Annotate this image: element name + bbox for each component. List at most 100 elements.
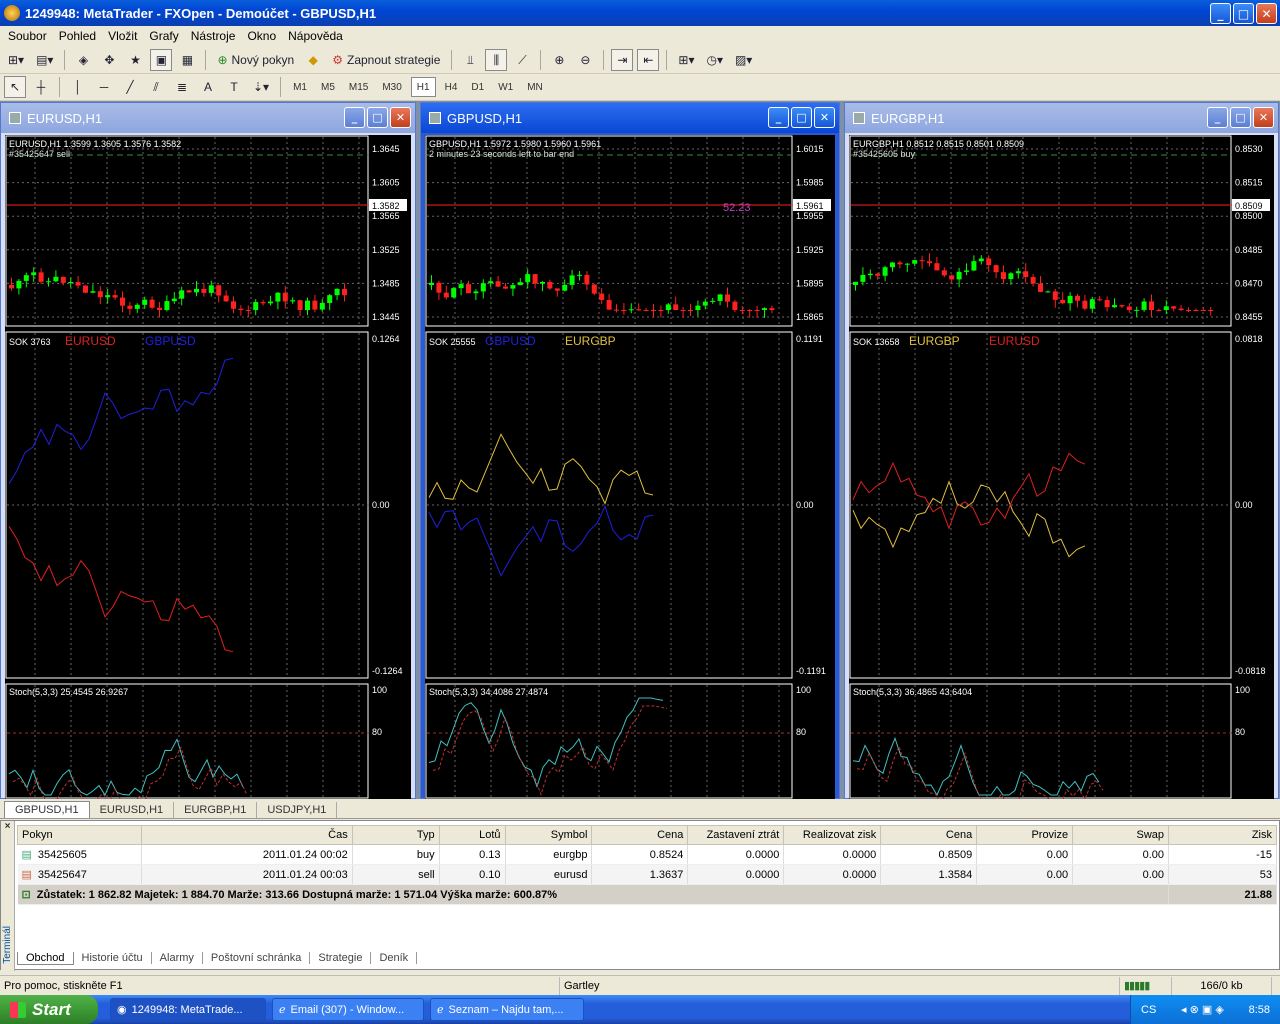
navigator-icon[interactable]: ★: [124, 49, 146, 71]
candlestick-icon[interactable]: ⫼: [485, 49, 508, 71]
chart-close-button[interactable]: ✕: [814, 107, 835, 128]
chart-title-bar[interactable]: EURGBP,H1 _ □ ✕: [845, 103, 1278, 133]
arrows-icon[interactable]: ⇣▾: [249, 76, 273, 98]
chart-tab-eurusd[interactable]: EURUSD,H1: [90, 802, 175, 818]
bar-chart-icon[interactable]: ⫫: [459, 49, 481, 71]
chart-shift-icon[interactable]: ⇤: [637, 49, 660, 71]
chart-tab-usdjpy[interactable]: USDJPY,H1: [257, 802, 338, 818]
chart-canvas[interactable]: 0.8530 0.8515 0.8500 0.8485 0.8470 0.8455 0.85…: [849, 135, 1274, 799]
new-order-button[interactable]: ⊕ Nový pokyn: [213, 49, 298, 71]
vertical-line-icon[interactable]: │: [67, 76, 89, 98]
cursor-icon[interactable]: ↖: [4, 76, 26, 98]
chart-title-bar[interactable]: GBPUSD,H1 _ □ ✕: [421, 103, 839, 133]
col-symbol[interactable]: Symbol: [504, 825, 593, 845]
timeframe-w1[interactable]: W1: [493, 77, 518, 97]
table-row[interactable]: ▤ 35425605 2011.01.24 00:02 buy 0.13 eurg…: [17, 844, 1277, 865]
minimize-button[interactable]: _: [1210, 3, 1231, 24]
table-row[interactable]: ▤ 35425647 2011.01.24 00:03 sell 0.10 eur…: [17, 864, 1277, 885]
col-cas[interactable]: Čas: [140, 825, 353, 845]
strategies-button[interactable]: ⚙ Zapnout strategie: [328, 49, 444, 71]
col-tp[interactable]: Realizovat zisk: [783, 825, 882, 845]
metaeditor-icon[interactable]: ◆: [302, 49, 324, 71]
chart-maximize-button[interactable]: □: [367, 107, 388, 128]
timeframe-m15[interactable]: M15: [344, 77, 373, 97]
crosshair-icon[interactable]: ┼: [30, 76, 52, 98]
col-zisk[interactable]: Zisk: [1168, 825, 1277, 845]
tab-obchod[interactable]: Obchod: [17, 951, 74, 965]
zoom-in-icon[interactable]: ⊕: [548, 49, 570, 71]
col-swap[interactable]: Swap: [1072, 825, 1170, 845]
close-icon[interactable]: ×: [1, 821, 14, 832]
terminal-icon[interactable]: ▣: [150, 49, 173, 71]
tab-strategie[interactable]: Strategie: [310, 952, 372, 964]
data-window-icon[interactable]: ✥: [98, 49, 120, 71]
text-icon[interactable]: A: [197, 76, 219, 98]
templates-icon[interactable]: ▨▾: [731, 49, 756, 71]
close-button[interactable]: ✕: [1256, 3, 1277, 24]
autoscroll-icon[interactable]: ⇥: [611, 49, 634, 71]
chart-title-bar[interactable]: EURUSD,H1 _ □ ✕: [1, 103, 415, 133]
equidistant-channel-icon[interactable]: ⫽: [145, 76, 167, 98]
col-sl[interactable]: Zastavení ztrát: [687, 825, 785, 845]
col-cena2[interactable]: Cena: [880, 825, 978, 845]
chart-maximize-button[interactable]: □: [791, 107, 812, 128]
col-provize[interactable]: Provize: [976, 825, 1074, 845]
zoom-out-icon[interactable]: ⊖: [574, 49, 596, 71]
chart-canvas[interactable]: 1.6015 1.5985 1.5955 1.5925 1.5895 1.5865 1.59…: [425, 135, 835, 799]
menu-grafy[interactable]: Grafy: [143, 29, 184, 43]
tab-alarmy[interactable]: Alarmy: [152, 952, 203, 964]
market-watch-icon[interactable]: ◈: [72, 49, 94, 71]
language-indicator[interactable]: CS: [1141, 1004, 1156, 1016]
chart-tab-eurgbp[interactable]: EURGBP,H1: [174, 802, 258, 818]
start-button[interactable]: Start: [0, 995, 98, 1024]
new-chart-icon[interactable]: ⊞▾: [4, 49, 28, 71]
sl-cell[interactable]: 0.0000: [687, 844, 785, 865]
timeframe-h1[interactable]: H1: [410, 77, 436, 97]
chart-tab-gbpusd[interactable]: GBPUSD,H1: [4, 801, 90, 818]
timeframe-d1[interactable]: D1: [466, 77, 489, 97]
menu-napoveda[interactable]: Nápověda: [282, 29, 349, 43]
chart-canvas[interactable]: 1.3645 1.3605 1.3565 1.3525 1.3485 1.3445 1.35…: [5, 135, 411, 799]
chart-minimize-button[interactable]: _: [1207, 107, 1228, 128]
tray-icons[interactable]: ◂ ⊗ ▣ ◈: [1181, 1003, 1224, 1016]
menu-pohled[interactable]: Pohled: [53, 29, 102, 43]
tab-denik[interactable]: Deník: [371, 952, 418, 964]
chart-minimize-button[interactable]: _: [768, 107, 789, 128]
task-metatrader[interactable]: ◉ 1249948: MetaTrade...: [110, 998, 266, 1021]
timeframe-m30[interactable]: M30: [377, 77, 406, 97]
chart-close-button[interactable]: ✕: [390, 107, 411, 128]
timeframe-m1[interactable]: M1: [288, 77, 312, 97]
text-label-icon[interactable]: T: [223, 76, 245, 98]
tab-postovni[interactable]: Poštovní schránka: [203, 952, 311, 964]
chart-minimize-button[interactable]: _: [344, 107, 365, 128]
horizontal-line-icon[interactable]: ─: [93, 76, 115, 98]
tp-cell[interactable]: 0.0000: [783, 844, 882, 865]
col-typ[interactable]: Typ: [351, 825, 440, 845]
tp-cell[interactable]: 0.0000: [783, 864, 882, 885]
chart-close-button[interactable]: ✕: [1253, 107, 1274, 128]
chart-maximize-button[interactable]: □: [1230, 107, 1251, 128]
trendline-icon[interactable]: ╱: [119, 76, 141, 98]
chart-window-eurusd[interactable]: EURUSD,H1 _ □ ✕ 1.3645 1.3605 1.3565 1.3525 1.…: [0, 102, 416, 799]
timeframe-mn[interactable]: MN: [522, 77, 548, 97]
indicators-icon[interactable]: ⊞▾: [674, 49, 698, 71]
tester-icon[interactable]: ▦: [176, 49, 198, 71]
line-chart-icon[interactable]: ⟋: [511, 49, 533, 71]
tab-historie[interactable]: Historie účtu: [74, 952, 152, 964]
task-seznam[interactable]: ℯ Seznam – Najdu tam,...: [430, 998, 584, 1021]
menu-okno[interactable]: Okno: [241, 29, 282, 43]
task-email[interactable]: ℯ Email (307) - Window...: [272, 998, 424, 1021]
chart-window-gbpusd[interactable]: GBPUSD,H1 _ □ ✕ 1.6015 1.5985 1.5955 1.5925 1.…: [420, 102, 840, 799]
maximize-button[interactable]: □: [1233, 3, 1254, 24]
periods-icon[interactable]: ◷▾: [702, 49, 727, 71]
timeframe-m5[interactable]: M5: [316, 77, 340, 97]
chart-window-eurgbp[interactable]: EURGBP,H1 _ □ ✕ 0.8530 0.8515 0.8500 0.8485 0.…: [844, 102, 1279, 799]
col-pokyn[interactable]: Pokyn: [17, 825, 142, 845]
col-cena[interactable]: Cena: [591, 825, 689, 845]
fibonacci-icon[interactable]: ≣: [171, 76, 193, 98]
profiles-icon[interactable]: ▤▾: [32, 49, 57, 71]
menu-soubor[interactable]: Soubor: [2, 29, 53, 43]
col-lotu[interactable]: Lotů: [438, 825, 506, 845]
timeframe-h4[interactable]: H4: [440, 77, 463, 97]
sl-cell[interactable]: 0.0000: [687, 864, 785, 885]
